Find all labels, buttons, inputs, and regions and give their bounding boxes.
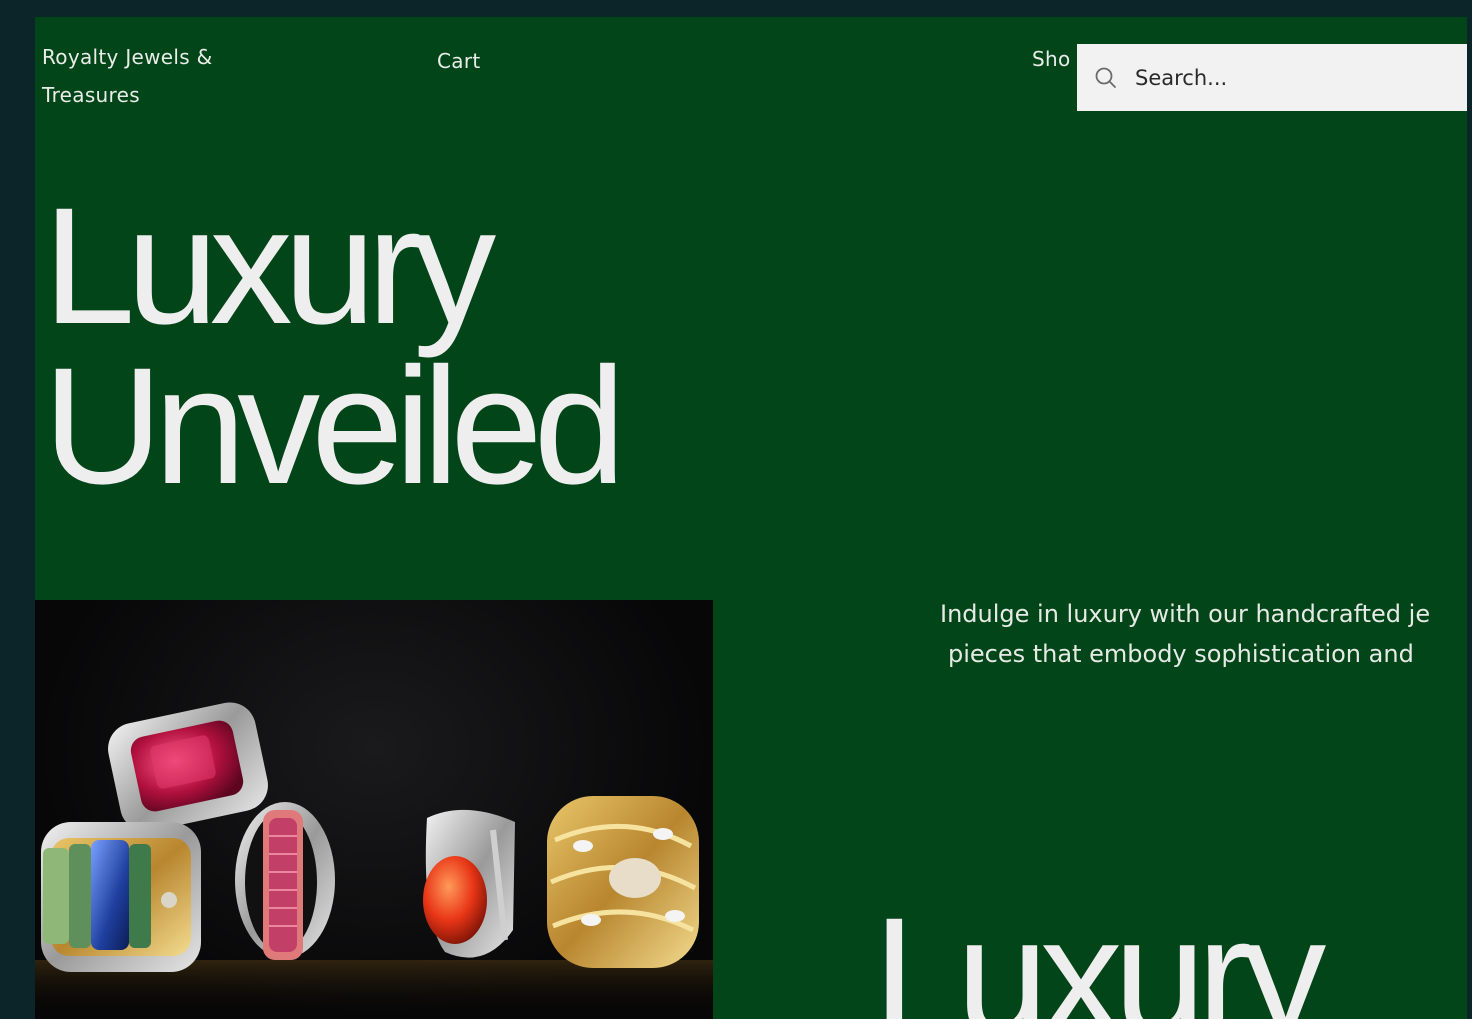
search-input[interactable] bbox=[1135, 58, 1455, 98]
intro-line-1: Indulge in luxury with our handcrafted j… bbox=[940, 600, 1431, 628]
section-title: Luxury bbox=[873, 884, 1326, 1019]
hero-jewelry-image bbox=[35, 600, 713, 1019]
brand-logo-text[interactable]: Royalty Jewels & Treasures bbox=[42, 38, 302, 114]
hero-title-line-1: Luxury bbox=[43, 174, 496, 359]
pink-baguette-ring bbox=[235, 802, 335, 960]
hero-title: Luxury Unveiled bbox=[43, 174, 626, 519]
site-frame: Royalty Jewels & Treasures Cart Sho Luxu… bbox=[35, 17, 1467, 1019]
nav-link-shop[interactable]: Sho bbox=[1032, 40, 1071, 78]
rings-illustration bbox=[35, 702, 713, 1019]
search-bar[interactable] bbox=[1077, 44, 1467, 111]
sapphire-ring bbox=[41, 822, 201, 972]
fire-opal-ring bbox=[423, 809, 515, 958]
ruby-ring bbox=[108, 702, 268, 832]
hero-intro-text: Indulge in luxury with our handcrafted j… bbox=[940, 594, 1467, 674]
hero-title-line-2: Unveiled bbox=[43, 334, 626, 519]
search-icon bbox=[1095, 67, 1116, 88]
page-viewport: Royalty Jewels & Treasures Cart Sho Luxu… bbox=[0, 0, 1472, 1019]
gold-leaf-ring bbox=[547, 796, 699, 968]
nav-link-cart[interactable]: Cart bbox=[437, 42, 481, 80]
intro-line-2: pieces that embody sophistication and bbox=[948, 640, 1414, 668]
